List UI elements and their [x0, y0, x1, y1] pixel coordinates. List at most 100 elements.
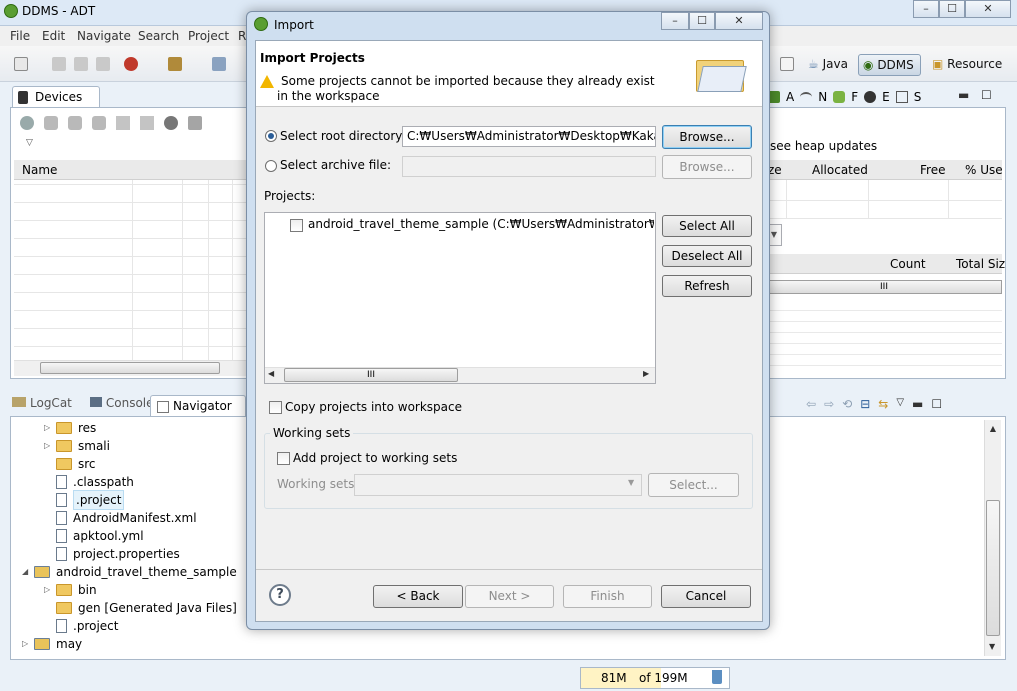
tree-item[interactable]: apktool.yml: [44, 527, 144, 545]
select-all-button[interactable]: Select All: [662, 215, 752, 237]
browse-root-button[interactable]: Browse...: [662, 125, 752, 149]
tree-item[interactable]: ▷ bin: [44, 581, 97, 599]
emulator-control-icon[interactable]: [864, 91, 877, 103]
dump-hprof-icon[interactable]: [68, 116, 82, 130]
maximize-view-icon[interactable]: ☐: [931, 397, 942, 411]
forward-arrow-icon[interactable]: ⇨: [824, 397, 834, 411]
perspective-resource[interactable]: ▣ Resource: [928, 54, 1008, 76]
maximize-view-icon[interactable]: ☐: [981, 88, 992, 102]
print-icon[interactable]: [96, 57, 110, 71]
maximize-button[interactable]: ☐: [939, 0, 965, 18]
gc-trash-icon[interactable]: [712, 670, 722, 684]
deselect-all-button[interactable]: Deselect All: [662, 245, 752, 267]
link-editor-icon[interactable]: ⇆: [878, 397, 888, 411]
tree-item[interactable]: .project: [44, 617, 118, 635]
menu-file[interactable]: File: [10, 29, 30, 43]
new-icon[interactable]: [14, 57, 28, 71]
scroll-right-icon[interactable]: ▶: [643, 369, 649, 378]
system-tab[interactable]: S: [914, 90, 922, 104]
archive-file-input[interactable]: [402, 156, 656, 177]
scroll-up-icon[interactable]: ▲: [985, 424, 1001, 433]
back-arrow-icon[interactable]: ⇦: [806, 397, 816, 411]
tree-item[interactable]: ◢ android_travel_theme_sample: [22, 563, 237, 581]
hammer-icon[interactable]: [168, 57, 182, 71]
save-icon[interactable]: [52, 57, 66, 71]
cancel-button[interactable]: Cancel: [661, 585, 751, 608]
minimize-view-icon[interactable]: ▬: [912, 397, 923, 411]
working-sets-combo[interactable]: [354, 474, 642, 496]
minimize-button[interactable]: –: [913, 0, 939, 18]
root-directory-input[interactable]: C:₩Users₩Administrator₩Desktop₩KakaoTalk…: [402, 126, 656, 147]
devices-scroll-thumb[interactable]: [40, 362, 220, 374]
up-folder-icon[interactable]: ⟲: [842, 397, 852, 411]
heap-scroll-thumb[interactable]: III: [766, 280, 1002, 294]
tree-item[interactable]: ▷ may: [22, 635, 82, 653]
perspective-ddms[interactable]: ◉ DDMS: [858, 54, 921, 76]
screenshot-icon[interactable]: [188, 116, 202, 130]
dialog-maximize-button[interactable]: ☐: [689, 12, 715, 30]
view-menu-icon[interactable]: ▽: [896, 397, 904, 411]
run-icon[interactable]: [124, 57, 138, 71]
tab-logcat[interactable]: LogCat: [12, 396, 72, 410]
expand-arrow-icon[interactable]: ◢: [22, 563, 34, 581]
projects-scroll-thumb[interactable]: III: [284, 368, 458, 382]
tab-navigator[interactable]: Navigator ✕: [150, 395, 246, 433]
select-archive-radio[interactable]: [265, 160, 277, 172]
back-button[interactable]: < Back: [373, 585, 463, 608]
help-icon[interactable]: ?: [269, 584, 291, 606]
menu-edit[interactable]: Edit: [42, 29, 65, 43]
allocation-tab[interactable]: A: [786, 90, 794, 104]
tree-item[interactable]: ▷ smali: [44, 437, 110, 455]
tab-console[interactable]: Console: [89, 396, 154, 410]
update-heap-icon[interactable]: [44, 116, 58, 130]
select-working-sets-button[interactable]: Select...: [648, 473, 739, 497]
expand-arrow-icon[interactable]: ▷: [22, 635, 34, 653]
menu-search[interactable]: Search: [138, 29, 179, 43]
next-button[interactable]: Next >: [465, 585, 554, 608]
menu-project[interactable]: Project: [188, 29, 229, 43]
view-menu-icon[interactable]: ▽: [26, 138, 33, 148]
browse-archive-button[interactable]: Browse...: [662, 155, 752, 179]
debug-icon[interactable]: [20, 116, 34, 130]
combo-arrow-icon[interactable]: ▼: [628, 478, 634, 487]
tree-item[interactable]: gen [Generated Java Files]: [44, 599, 237, 617]
expand-arrow-icon[interactable]: ▷: [44, 437, 56, 455]
tree-item[interactable]: src: [44, 455, 96, 473]
copy-projects-checkbox[interactable]: [269, 401, 282, 414]
tree-item[interactable]: ▷ res: [44, 419, 96, 437]
tree-item[interactable]: .classpath: [44, 473, 134, 491]
tree-item[interactable]: project.properties: [44, 545, 180, 563]
update-threads-icon[interactable]: [116, 116, 130, 130]
project-checkbox[interactable]: [290, 219, 303, 232]
menu-navigate[interactable]: Navigate: [77, 29, 131, 43]
close-button[interactable]: ✕: [965, 0, 1011, 18]
android-icon[interactable]: [833, 91, 846, 103]
add-working-set-checkbox[interactable]: [277, 452, 290, 465]
finish-button[interactable]: Finish: [563, 585, 652, 608]
tree-item[interactable]: AndroidManifest.xml: [44, 509, 197, 527]
method-profiling-icon[interactable]: [140, 116, 154, 130]
refresh-button[interactable]: Refresh: [662, 275, 752, 297]
collapse-all-icon[interactable]: ⊟: [860, 397, 870, 411]
expand-arrow-icon[interactable]: ▷: [44, 581, 56, 599]
system-icon[interactable]: [895, 91, 908, 103]
dialog-close-button[interactable]: ✕: [715, 12, 763, 30]
network-tab[interactable]: N: [818, 90, 827, 104]
scroll-left-icon[interactable]: ◀: [268, 369, 274, 378]
scroll-down-icon[interactable]: ▼: [989, 642, 995, 651]
open-type-icon[interactable]: [212, 57, 226, 71]
perspective-java[interactable]: ☕ Java: [804, 54, 854, 76]
gc-icon[interactable]: [92, 116, 106, 130]
tab-devices[interactable]: Devices ✕: [12, 86, 100, 124]
tree-item[interactable]: .project: [44, 490, 125, 510]
dialog-minimize-button[interactable]: –: [661, 12, 689, 30]
select-root-radio[interactable]: [265, 130, 277, 142]
open-perspective-icon[interactable]: [780, 57, 794, 71]
stop-icon[interactable]: [164, 116, 178, 130]
project-item[interactable]: android_travel_theme_sample (C:₩Users₩Ad…: [308, 217, 654, 231]
heap-status[interactable]: 81M of 199M: [580, 667, 730, 689]
expand-arrow-icon[interactable]: ▷: [44, 419, 56, 437]
file-explorer-tab[interactable]: F: [851, 90, 858, 104]
minimize-view-icon[interactable]: ▬: [958, 88, 969, 102]
save-all-icon[interactable]: [74, 57, 88, 71]
